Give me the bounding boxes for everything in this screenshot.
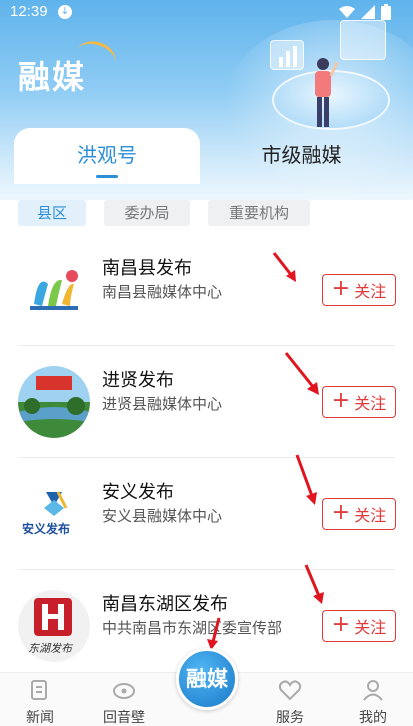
account-name: 南昌东湖区发布 <box>102 594 228 615</box>
nav-label: 我的 <box>359 710 387 726</box>
follow-label: 关注 <box>354 618 387 637</box>
filter-chips: 县区 委办局 重要机构 <box>18 200 310 226</box>
account-name: 进贤发布 <box>102 370 174 391</box>
list-item[interactable]: 安义发布 安义发布 安义县融媒体中心 + 关注 <box>0 458 413 570</box>
filter-institutions[interactable]: 重要机构 <box>208 200 310 226</box>
heart-icon <box>278 680 302 701</box>
status-bar: 12:39 ↓ <box>0 0 413 24</box>
anyi-logo-icon <box>44 491 68 516</box>
hero-person-illustration <box>315 58 339 127</box>
account-org: 中共南昌市东湖区委宣传部 <box>102 619 283 637</box>
echo-wall-icon <box>113 683 135 699</box>
avatar-caption: 东湖发布 <box>28 642 72 655</box>
nav-profile[interactable]: 我的 <box>343 679 403 726</box>
nav-service[interactable]: 服务 <box>260 679 320 726</box>
active-tab-indicator <box>96 175 118 178</box>
account-org: 南昌县融媒体中心 <box>102 283 223 301</box>
plus-icon: + <box>331 612 351 637</box>
plus-icon: + <box>331 276 351 301</box>
battery-icon <box>381 4 391 20</box>
nanchang-county-logo-icon <box>30 270 78 310</box>
news-icon <box>31 680 47 700</box>
download-icon: ↓ <box>58 5 72 19</box>
hero-chart-panel <box>270 40 304 70</box>
follow-label: 关注 <box>354 282 387 301</box>
annotation-arrow-icon <box>272 252 296 282</box>
nav-rongmei-center-button[interactable]: 融媒 <box>176 648 238 710</box>
nav-label: 新闻 <box>26 710 54 726</box>
list-item[interactable]: 进贤发布 进贤县融媒体中心 + 关注 <box>0 346 413 458</box>
nav-echo-wall[interactable]: 回音壁 <box>94 679 154 726</box>
annotation-arrow-icon <box>304 564 324 604</box>
follow-button[interactable]: + 关注 <box>322 386 396 418</box>
filter-committee[interactable]: 委办局 <box>104 200 190 226</box>
tab-city-media[interactable]: 市级融媒 <box>204 128 399 184</box>
tab-hongguanhao[interactable]: 洪观号 <box>14 128 200 184</box>
annotation-arrow-icon <box>207 617 221 650</box>
follow-button[interactable]: + 关注 <box>322 610 396 642</box>
hero-window-panel <box>340 20 386 60</box>
follow-button[interactable]: + 关注 <box>322 498 396 530</box>
avatar: 东湖发布 <box>18 590 90 662</box>
tab-label: 市级融媒 <box>261 143 342 167</box>
annotation-arrow-icon <box>284 352 319 395</box>
tab-bar: 洪观号 市级融媒 <box>14 128 399 184</box>
filter-county[interactable]: 县区 <box>18 200 86 226</box>
plus-icon: + <box>331 500 351 525</box>
follow-label: 关注 <box>354 394 387 413</box>
avatar <box>18 254 90 326</box>
account-name: 安义发布 <box>102 482 174 503</box>
logo-text: 融媒 <box>18 58 87 96</box>
tab-label: 洪观号 <box>77 143 137 167</box>
avatar: 安义发布 <box>18 478 90 550</box>
nav-label: 服务 <box>276 710 304 726</box>
annotation-arrow-icon <box>295 454 317 505</box>
jinxian-lake-photo-icon <box>18 366 90 438</box>
account-org: 进贤县融媒体中心 <box>102 395 223 413</box>
profile-icon <box>363 680 383 701</box>
signal-icon <box>361 5 375 19</box>
status-time: 12:39 <box>10 3 48 20</box>
account-name: 南昌县发布 <box>102 258 192 279</box>
wifi-icon <box>339 6 355 18</box>
avatar <box>18 366 90 438</box>
list-item[interactable]: 南昌县发布 南昌县融媒体中心 + 关注 <box>0 234 413 346</box>
nav-label: 回音壁 <box>103 710 145 726</box>
app-logo: 融媒 <box>18 36 120 98</box>
follow-button[interactable]: + 关注 <box>322 274 396 306</box>
account-org: 安义县融媒体中心 <box>102 507 223 525</box>
follow-label: 关注 <box>354 506 387 525</box>
avatar-caption: 安义发布 <box>22 522 71 536</box>
nav-news[interactable]: 新闻 <box>10 679 70 726</box>
plus-icon: + <box>331 388 351 413</box>
